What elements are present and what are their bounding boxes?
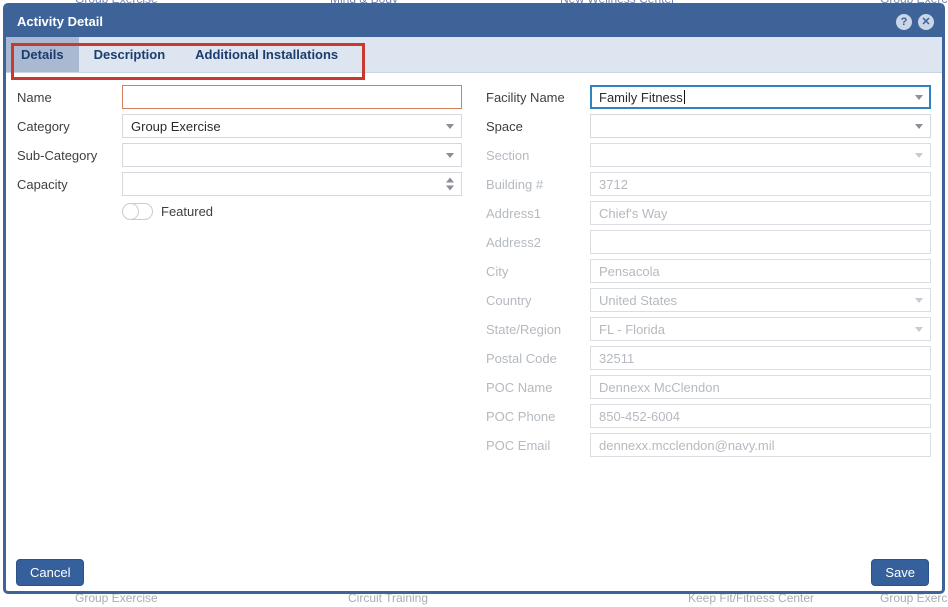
form-row: Address2 — [486, 230, 931, 254]
form-row: Postal Code 32511 — [486, 346, 931, 370]
name-field[interactable] — [122, 85, 462, 109]
form-row: Address1 Chief's Way — [486, 201, 931, 225]
form-row: City Pensacola — [486, 259, 931, 283]
sub-category-combo[interactable] — [122, 143, 462, 167]
form-row: Sub-Category — [17, 143, 462, 167]
spinner-down-icon[interactable] — [446, 185, 454, 191]
postal-code-label: Postal Code — [486, 350, 557, 366]
chevron-down-icon[interactable] — [446, 124, 454, 129]
form-row: Category Group Exercise — [17, 114, 462, 138]
state-region-label: State/Region — [486, 321, 562, 337]
background-text-fragment: Circuit Training — [348, 594, 429, 605]
spinner-buttons — [446, 177, 454, 191]
name-label: Name — [17, 89, 52, 105]
field-value: United States — [599, 292, 678, 308]
chevron-down-icon[interactable] — [915, 95, 923, 100]
activity-detail-dialog: Activity Detail ? ✕ Details Description … — [3, 3, 945, 594]
help-icon[interactable]: ? — [896, 13, 912, 30]
form-row: POC Name Dennexx McClendon — [486, 375, 931, 399]
building-label: Building # — [486, 176, 544, 192]
form-row: Building # 3712 — [486, 172, 931, 196]
spinner-up-icon[interactable] — [446, 177, 454, 183]
chevron-down-icon[interactable] — [915, 124, 923, 129]
tab-description[interactable]: Description — [79, 37, 181, 72]
dialog-title: Activity Detail — [17, 14, 103, 29]
poc-name-field: Dennexx McClendon — [590, 375, 931, 399]
field-value: Group Exercise — [131, 118, 221, 134]
background-page-bottom: Group Exercise Circuit Training Keep Fit/F… — [0, 594, 948, 607]
featured-row: Featured — [122, 201, 462, 221]
city-field: Pensacola — [590, 259, 931, 283]
facility-name-label: Facility Name — [486, 89, 565, 105]
dialog-titlebar: Activity Detail ? ✕ — [6, 6, 942, 37]
save-button[interactable]: Save — [871, 559, 929, 586]
field-value: dennexx.mcclendon@navy.mil — [599, 437, 775, 453]
form-row: Name — [17, 85, 462, 109]
state-region-combo: FL - Florida — [590, 317, 931, 341]
building-field: 3712 — [590, 172, 931, 196]
form-row: Facility Name Family Fitness — [486, 85, 931, 109]
field-value: 850-452-6004 — [599, 408, 680, 424]
chevron-down-icon — [915, 153, 923, 158]
form-row: Section — [486, 143, 931, 167]
right-form-column: Facility Name Family Fitness Space Section B… — [486, 85, 931, 462]
background-text-fragment: Group Exercise Ro — [880, 594, 948, 605]
cancel-button[interactable]: Cancel — [16, 559, 85, 586]
tab-details[interactable]: Details — [6, 37, 79, 72]
poc-phone-label: POC Phone — [486, 408, 556, 424]
space-combo[interactable] — [590, 114, 931, 138]
field-value: Chief's Way — [599, 205, 668, 221]
form-row: State/Region FL - Florida — [486, 317, 931, 341]
form-row: POC Email dennexx.mcclendon@navy.mil — [486, 433, 931, 457]
field-value: 3712 — [599, 176, 628, 192]
toggle-knob — [122, 202, 139, 220]
background-text-fragment: Group Exercise — [75, 594, 158, 605]
section-label: Section — [486, 147, 530, 163]
address1-label: Address1 — [486, 205, 541, 221]
address2-label: Address2 — [486, 234, 541, 250]
space-label: Space — [486, 118, 523, 134]
poc-phone-field: 850-452-6004 — [590, 404, 931, 428]
capacity-label: Capacity — [17, 176, 68, 192]
tab-bar: Details Description Additional Installat… — [6, 37, 942, 73]
field-value: Family Fitness — [599, 89, 683, 105]
address1-field: Chief's Way — [590, 201, 931, 225]
featured-label: Featured — [161, 203, 214, 219]
capacity-spinner[interactable] — [122, 172, 462, 196]
featured-toggle[interactable] — [122, 202, 153, 220]
address2-field — [590, 230, 931, 254]
field-value: Pensacola — [599, 263, 660, 279]
form-row: Capacity — [17, 172, 462, 196]
poc-name-label: POC Name — [486, 379, 553, 395]
country-combo: United States — [590, 288, 931, 312]
close-icon[interactable]: ✕ — [918, 13, 934, 30]
section-combo — [590, 143, 931, 167]
poc-email-field: dennexx.mcclendon@navy.mil — [590, 433, 931, 457]
city-label: City — [486, 263, 509, 279]
tab-additional-installations[interactable]: Additional Installations — [180, 37, 353, 72]
postal-code-field: 32511 — [590, 346, 931, 370]
dialog-body: Name Category Group Exercise Sub-Category Ca… — [6, 73, 942, 591]
country-label: Country — [486, 292, 532, 308]
chevron-down-icon — [915, 298, 923, 303]
chevron-down-icon — [915, 327, 923, 332]
field-value: FL - Florida — [599, 321, 665, 337]
category-combo[interactable]: Group Exercise — [122, 114, 462, 138]
text-cursor — [683, 90, 686, 104]
chevron-down-icon[interactable] — [446, 153, 454, 158]
category-label: Category — [17, 118, 70, 134]
facility-name-combo[interactable]: Family Fitness — [590, 85, 931, 109]
background-text-fragment: Keep Fit/Fitness Center — [688, 594, 815, 605]
field-value: Dennexx McClendon — [599, 379, 720, 395]
form-row: Space — [486, 114, 931, 138]
field-value: 32511 — [599, 350, 635, 366]
form-row: Country United States — [486, 288, 931, 312]
sub-category-label: Sub-Category — [17, 147, 98, 163]
poc-email-label: POC Email — [486, 437, 551, 453]
left-form-column: Name Category Group Exercise Sub-Category Ca… — [17, 85, 462, 226]
form-row: POC Phone 850-452-6004 — [486, 404, 931, 428]
